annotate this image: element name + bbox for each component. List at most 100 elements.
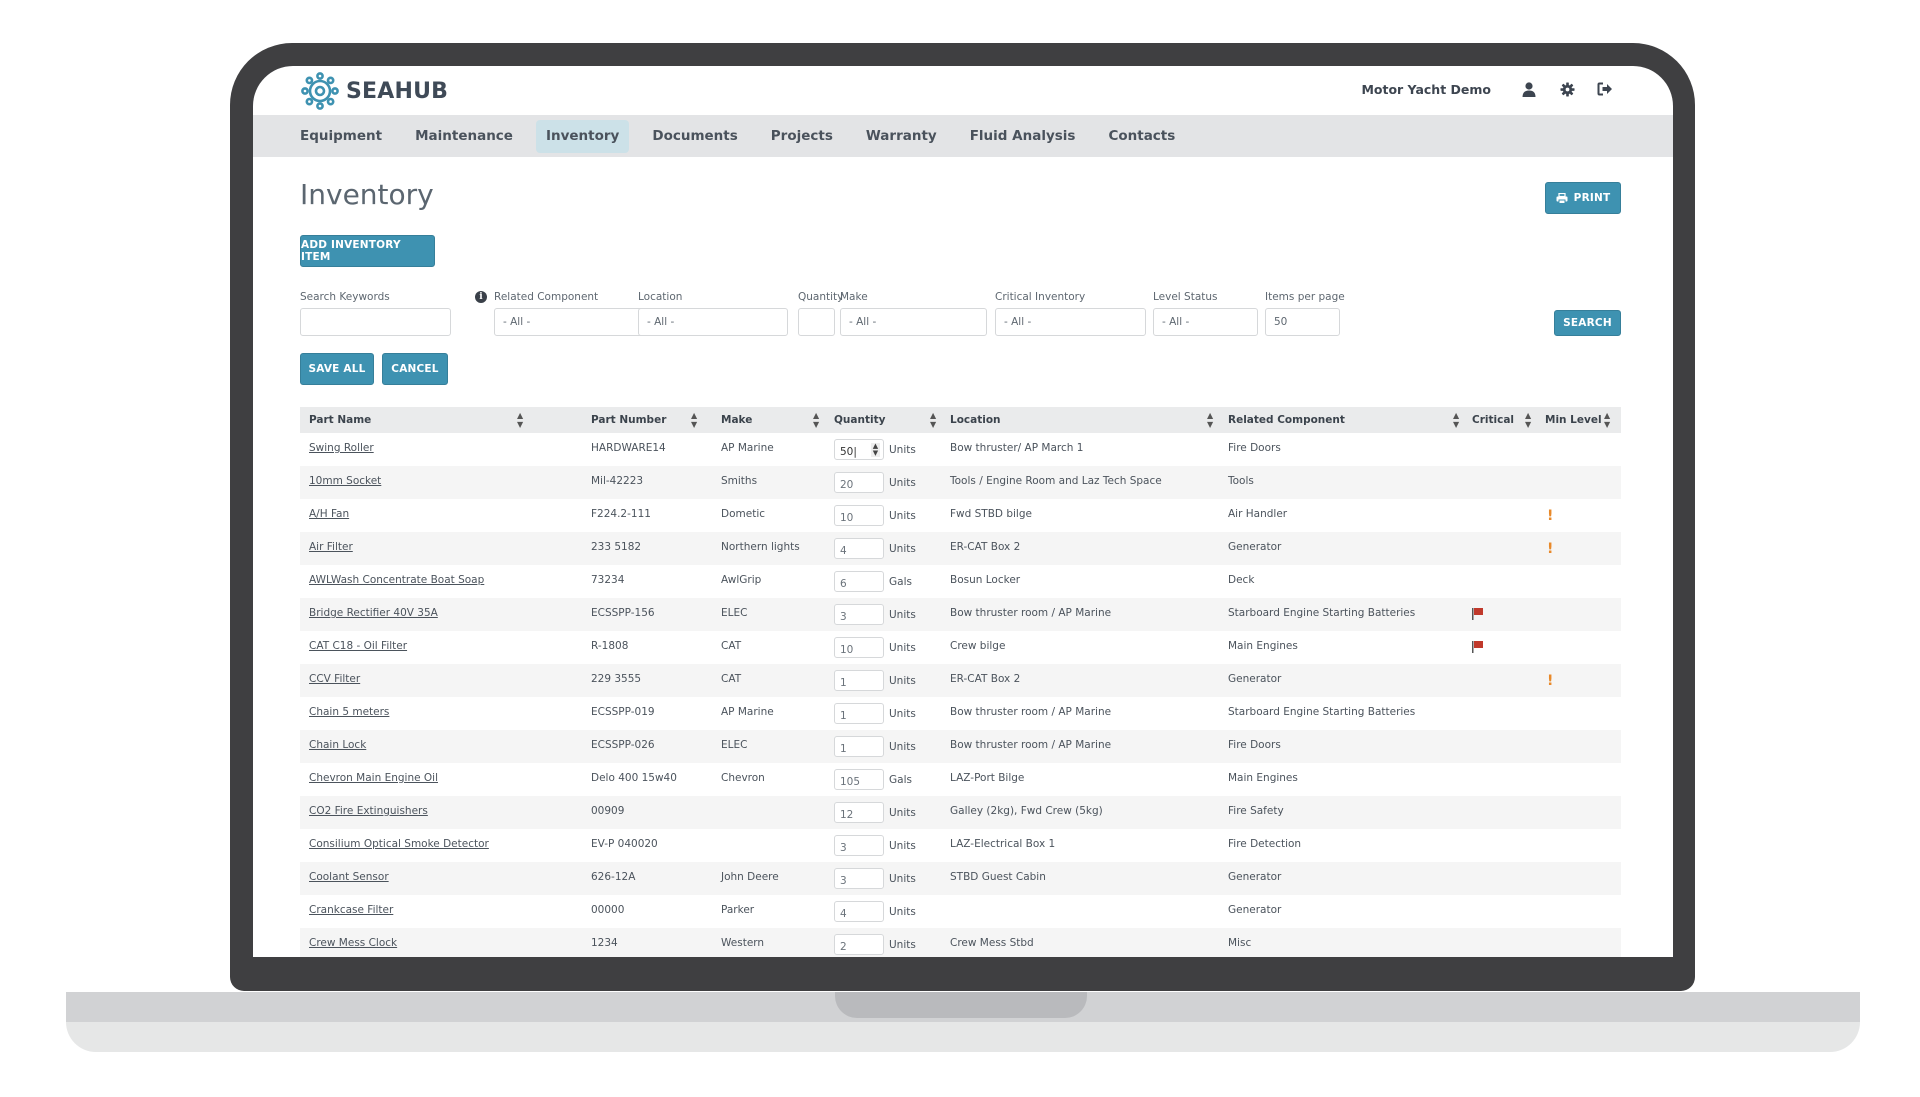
part-name-link[interactable]: Swing Roller bbox=[309, 442, 374, 454]
critical-inventory-select[interactable]: - All - bbox=[995, 308, 1146, 336]
part-name-link[interactable]: Crankcase Filter bbox=[309, 904, 393, 916]
save-all-button[interactable]: SAVE ALL bbox=[300, 353, 374, 385]
quantity-stepper[interactable]: 10 bbox=[834, 505, 884, 526]
search-keywords-input[interactable] bbox=[300, 308, 451, 336]
unit-label: Units bbox=[889, 873, 916, 885]
make-cell: AwlGrip bbox=[721, 574, 762, 586]
nav-inventory[interactable]: Inventory bbox=[535, 120, 630, 153]
quantity-stepper[interactable]: 4 bbox=[834, 901, 884, 922]
sort-icon[interactable]: ▲ ▼ bbox=[1207, 411, 1213, 429]
part-name-link[interactable]: CO2 Fire Extinguishers bbox=[309, 805, 428, 817]
part-number-cell: F224.2-111 bbox=[591, 508, 651, 520]
part-name-cell: Consilium Optical Smoke Detector bbox=[309, 829, 489, 862]
part-name-link[interactable]: A/H Fan bbox=[309, 508, 349, 520]
nav-documents[interactable]: Documents bbox=[642, 120, 747, 153]
account-name[interactable]: Motor Yacht Demo bbox=[1361, 82, 1491, 97]
quantity-stepper[interactable]: 20 bbox=[834, 472, 884, 493]
quantity-value: 10 bbox=[840, 644, 854, 656]
part-name-link[interactable]: Crew Mess Clock bbox=[309, 937, 397, 949]
sort-icon[interactable]: ▲ ▼ bbox=[1604, 411, 1610, 429]
app-screen: SEAHUB Motor Yacht Demo Equipment Mainte… bbox=[253, 66, 1673, 957]
sort-icon[interactable]: ▲ ▼ bbox=[813, 411, 819, 429]
nav-maintenance[interactable]: Maintenance bbox=[405, 120, 523, 153]
part-number-cell: 626-12A bbox=[591, 871, 636, 883]
quantity-label: Quantity bbox=[798, 291, 844, 303]
part-name-link[interactable]: AWLWash Concentrate Boat Soap bbox=[309, 574, 484, 586]
col-part-number[interactable]: Part Number bbox=[591, 407, 666, 433]
cancel-button[interactable]: CANCEL bbox=[382, 353, 448, 385]
quantity-stepper[interactable]: 1 bbox=[834, 703, 884, 724]
info-icon[interactable]: i bbox=[475, 291, 487, 303]
make-select[interactable]: - All - bbox=[840, 308, 987, 336]
col-part-name[interactable]: Part Name bbox=[309, 407, 371, 433]
quantity-stepper[interactable]: 2 bbox=[834, 934, 884, 955]
quantity-stepper[interactable]: 1 bbox=[834, 736, 884, 757]
make-cell: Northern lights bbox=[721, 541, 800, 553]
quantity-input[interactable] bbox=[798, 308, 835, 336]
ship-wheel-icon bbox=[301, 72, 339, 110]
nav-fluid-analysis[interactable]: Fluid Analysis bbox=[960, 120, 1086, 153]
quantity-stepper[interactable]: 10 bbox=[834, 637, 884, 658]
unit-label: Units bbox=[889, 840, 916, 852]
col-related-component[interactable]: Related Component bbox=[1228, 407, 1345, 433]
sort-icon[interactable]: ▲ ▼ bbox=[930, 411, 936, 429]
add-inventory-item-button[interactable]: ADD INVENTORY ITEM bbox=[300, 235, 435, 267]
nav-projects[interactable]: Projects bbox=[761, 120, 843, 153]
part-name-link[interactable]: Consilium Optical Smoke Detector bbox=[309, 838, 489, 850]
related-component-select[interactable]: - All - bbox=[494, 308, 647, 336]
part-number-cell: 00000 bbox=[591, 904, 625, 916]
part-name-cell: Bridge Rectifier 40V 35A bbox=[309, 598, 438, 631]
part-name-link[interactable]: Chevron Main Engine Oil bbox=[309, 772, 438, 784]
laptop-base-bottom bbox=[66, 1022, 1860, 1052]
col-min-level[interactable]: Min Level bbox=[1545, 407, 1602, 433]
col-make[interactable]: Make bbox=[721, 407, 752, 433]
nav-equipment[interactable]: Equipment bbox=[290, 120, 392, 153]
part-name-cell: 10mm Socket bbox=[309, 466, 381, 499]
quantity-stepper[interactable]: 12 bbox=[834, 802, 884, 823]
search-button[interactable]: SEARCH bbox=[1554, 310, 1621, 336]
quantity-stepper[interactable]: 3 bbox=[834, 868, 884, 889]
flag-icon bbox=[1472, 608, 1483, 620]
part-name-link[interactable]: Air Filter bbox=[309, 541, 353, 553]
part-name-cell: Crankcase Filter bbox=[309, 895, 393, 928]
col-quantity[interactable]: Quantity bbox=[834, 407, 885, 433]
logo[interactable]: SEAHUB bbox=[300, 71, 448, 111]
print-button[interactable]: PRINT bbox=[1545, 182, 1621, 214]
quantity-stepper[interactable]: 1 bbox=[834, 670, 884, 691]
part-name-link[interactable]: Bridge Rectifier 40V 35A bbox=[309, 607, 438, 619]
quantity-stepper[interactable]: 3 bbox=[834, 835, 884, 856]
items-per-page-input[interactable]: 50 bbox=[1265, 308, 1340, 336]
location-cell: Bow thruster room / AP Marine bbox=[950, 706, 1112, 718]
sign-out-icon[interactable] bbox=[1597, 81, 1613, 97]
part-name-link[interactable]: 10mm Socket bbox=[309, 475, 381, 487]
part-name-link[interactable]: Chain Lock bbox=[309, 739, 366, 751]
part-number-cell: ECSSPP-019 bbox=[591, 706, 655, 718]
stepper-arrows-icon[interactable]: ▲ ▼ bbox=[871, 443, 880, 457]
quantity-stepper[interactable]: 3 bbox=[834, 604, 884, 625]
level-status-select[interactable]: - All - bbox=[1153, 308, 1258, 336]
quantity-stepper[interactable]: 50| ▲ ▼ bbox=[834, 439, 884, 460]
col-location[interactable]: Location bbox=[950, 407, 1001, 433]
sort-icon[interactable]: ▲ ▼ bbox=[691, 411, 697, 429]
sort-icon[interactable]: ▲ ▼ bbox=[517, 411, 523, 429]
quantity-stepper[interactable]: 6 bbox=[834, 571, 884, 592]
part-name-link[interactable]: CAT C18 - Oil Filter bbox=[309, 640, 407, 652]
user-icon[interactable] bbox=[1521, 81, 1537, 97]
nav-contacts[interactable]: Contacts bbox=[1098, 120, 1185, 153]
location-select[interactable]: - All - bbox=[638, 308, 788, 336]
col-critical[interactable]: Critical bbox=[1472, 407, 1514, 433]
quantity-stepper[interactable]: 105 bbox=[834, 769, 884, 790]
table-row: Chain 5 meters ECSSPP-019 AP Marine 1 Un… bbox=[300, 697, 1621, 730]
make-cell: ELEC bbox=[721, 607, 748, 619]
sort-icon[interactable]: ▲ ▼ bbox=[1525, 411, 1531, 429]
quantity-stepper[interactable]: 4 bbox=[834, 538, 884, 559]
part-name-link[interactable]: CCV Filter bbox=[309, 673, 360, 685]
part-name-link[interactable]: Chain 5 meters bbox=[309, 706, 389, 718]
part-name-link[interactable]: Coolant Sensor bbox=[309, 871, 389, 883]
unit-label: Units bbox=[889, 609, 916, 621]
sort-icon[interactable]: ▲ ▼ bbox=[1453, 411, 1459, 429]
unit-label: Gals bbox=[889, 576, 912, 588]
nav-warranty[interactable]: Warranty bbox=[856, 120, 947, 153]
table-row: A/H Fan F224.2-111 Dometic 10 Units Fwd … bbox=[300, 499, 1621, 532]
gear-icon[interactable] bbox=[1559, 81, 1575, 97]
